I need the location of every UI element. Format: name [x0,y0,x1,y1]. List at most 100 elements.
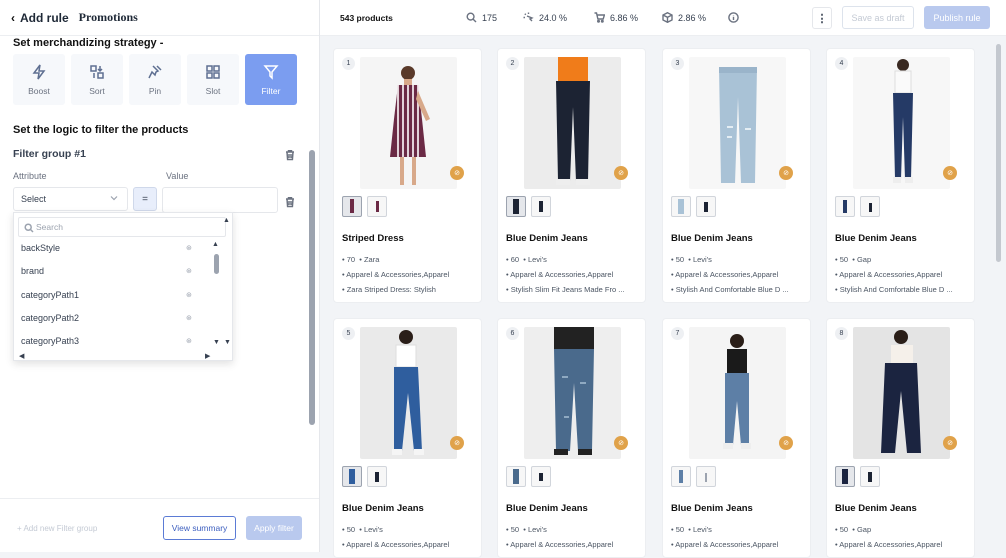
dropdown-search-input[interactable]: Search [18,217,226,237]
search-placeholder: Search [36,222,63,232]
product-image[interactable] [360,57,457,189]
badge-icon[interactable]: ⊘ [614,166,628,180]
variant-thumb[interactable] [696,196,716,217]
variant-thumb[interactable] [506,196,526,217]
scroll-right-icon[interactable]: ▶ [205,352,210,360]
scroll-left-icon[interactable]: ◀ [19,352,24,360]
variant-thumbs [506,196,551,217]
product-category: • Apparel & Accessories,Apparel [835,270,943,279]
strategy-title: Set merchandizing strategy - [13,37,164,49]
dropdown-option[interactable]: categoryPath1 [21,290,79,300]
badge-icon[interactable]: ⊘ [450,436,464,450]
product-card[interactable]: 5 ⊘ Blue Denim Jeans • 50 • Levi's • App… [333,318,482,558]
product-category: • Apparel & Accessories,Apparel [342,270,450,279]
badge-icon[interactable]: ⊘ [614,436,628,450]
product-image[interactable] [524,57,621,189]
option-icon: ⊛ [186,315,192,322]
product-image[interactable] [360,327,457,459]
product-rank: 6 [506,327,519,340]
product-price-brand: • 50 • Gap [835,255,872,264]
back-label[interactable]: Add rule [20,11,69,25]
panel-scrollbar[interactable] [309,150,315,425]
strategy-label: Filter [261,85,281,96]
inner-scroll-up-icon[interactable]: ▲ [212,241,219,248]
add-filter-group-button[interactable]: + Add new Filter group [17,524,97,533]
dropdown-scrollbar[interactable] [214,254,219,274]
product-description: • Zara Striped Dress: Stylish [342,285,436,294]
attribute-dropdown: Search ▲ backStyle ⊛ brand ⊛ categoryPat… [13,212,233,361]
save-draft-button[interactable]: Save as draft [842,6,914,29]
variant-thumb[interactable] [835,466,855,487]
product-category: • Apparel & Accessories,Apparel [835,540,943,549]
delete-condition-icon[interactable] [284,195,296,208]
scroll-up-icon[interactable]: ▲ [223,217,230,224]
strategy-label: Slot [205,85,221,96]
product-image[interactable] [689,327,786,459]
page-title: Promotions [78,10,138,24]
variant-thumb[interactable] [531,196,551,217]
product-category: • Apparel & Accessories,Apparel [342,540,450,549]
variant-thumbs [835,466,880,487]
back-icon[interactable]: ‹ [11,11,15,25]
strategy-sort-button[interactable]: Sort [71,54,123,105]
product-image[interactable] [853,327,950,459]
product-count: 543 products [340,13,393,23]
product-rank: 1 [342,57,355,70]
publish-rule-button[interactable]: Publish rule [924,6,990,29]
delete-group-icon[interactable] [284,148,296,161]
scroll-down-icon[interactable]: ▼ [213,339,220,346]
dropdown-option[interactable]: categoryPath3 [21,336,79,346]
info-icon[interactable] [728,12,739,23]
variant-thumb[interactable] [342,196,362,217]
variant-thumbs [671,466,716,487]
results-scrollbar[interactable] [996,44,1001,262]
dropdown-option[interactable]: categoryPath2 [21,313,79,323]
view-summary-button[interactable]: View summary [163,516,236,540]
strategy-boost-button[interactable]: Boost [13,54,65,105]
product-card[interactable]: 4 ⊘ Blue Denim Jeans • 50 • Gap • Appare… [826,48,975,303]
variant-thumb[interactable] [506,466,526,487]
variant-thumb[interactable] [860,196,880,217]
outer-scroll-down-icon[interactable]: ▼ [224,339,231,346]
variant-thumb[interactable] [342,466,362,487]
operator-button[interactable]: = [133,187,157,211]
product-card[interactable]: 6 ⊘ Blue Denim Jeans • 50 • Levi's • App… [497,318,646,558]
variant-thumb[interactable] [531,466,551,487]
product-card[interactable]: 7 ⊘ Blue Denim Jeans • 50 • Levi's • App… [662,318,811,558]
apply-filter-button[interactable]: Apply filter [246,516,302,540]
lightning-icon [32,64,46,79]
value-label: Value [166,171,189,181]
product-card[interactable]: 1 ⊘ Striped Dress • 70 • Zara • Apparel … [333,48,482,303]
product-card[interactable]: 3 ⊘ Blue Denim Jeans • 50 • Levi's • App… [662,48,811,303]
product-description: • Stylish And Comfortable Blue D ... [671,285,789,294]
product-card[interactable]: 2 ⊘ Blue Denim Jeans • 60 • Levi's • App… [497,48,646,303]
product-image[interactable] [853,57,950,189]
variant-thumb[interactable] [671,196,691,217]
variant-thumb[interactable] [367,196,387,217]
panel-footer: + Add new Filter group View summary Appl… [0,498,319,552]
badge-icon[interactable]: ⊘ [943,166,957,180]
variant-thumb[interactable] [860,466,880,487]
dropdown-option[interactable]: brand [21,266,44,276]
more-options-icon[interactable]: ⋮ [812,7,832,29]
variant-thumb[interactable] [696,466,716,487]
value-input[interactable] [162,187,278,213]
product-title: Blue Denim Jeans [342,503,424,514]
product-price-brand: • 50 • Levi's [671,255,712,264]
badge-icon[interactable]: ⊘ [943,436,957,450]
variant-thumb[interactable] [367,466,387,487]
product-card[interactable]: 8 ⊘ Blue Denim Jeans • 50 • Gap • Appare… [826,318,975,558]
attribute-select[interactable]: Select [13,187,128,211]
strategy-slot-button[interactable]: Slot [187,54,239,105]
product-image[interactable] [689,57,786,189]
badge-icon[interactable]: ⊘ [779,436,793,450]
strategy-filter-button[interactable]: Filter [245,54,297,105]
option-icon: ⊛ [186,338,192,345]
variant-thumb[interactable] [671,466,691,487]
product-image[interactable] [524,327,621,459]
strategy-pin-button[interactable]: Pin [129,54,181,105]
dropdown-option[interactable]: backStyle [21,243,60,253]
variant-thumb[interactable] [835,196,855,217]
badge-icon[interactable]: ⊘ [779,166,793,180]
badge-icon[interactable]: ⊘ [450,166,464,180]
